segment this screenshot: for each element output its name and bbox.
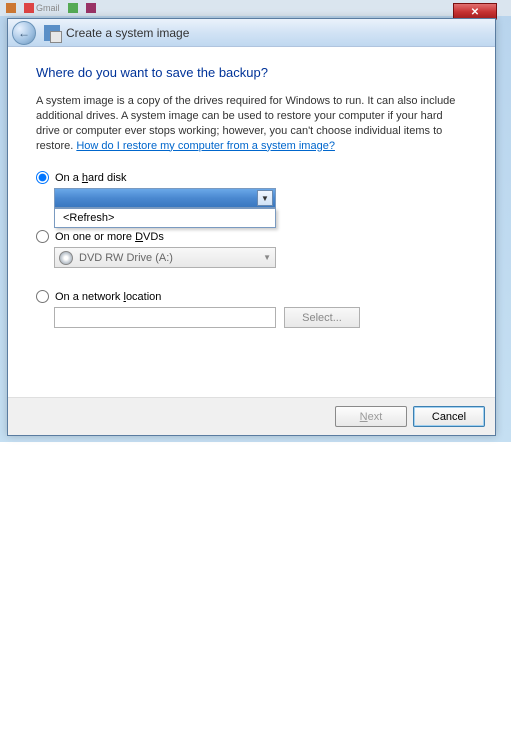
dialog-window: ← Create a system image Where do you wan… — [7, 18, 496, 436]
help-link[interactable]: How do I restore my computer from a syst… — [76, 140, 335, 152]
dvd-drive-dropdown[interactable]: DVD RW Drive (A:) ▼ — [54, 247, 276, 268]
option-hard-disk[interactable]: On a hard disk — [36, 171, 467, 184]
radio-hard-disk[interactable] — [36, 171, 49, 184]
arrow-left-icon: ← — [18, 26, 30, 40]
network-path-input[interactable] — [54, 307, 276, 328]
label-network: On a network location — [55, 291, 161, 303]
select-network-button[interactable]: Select... — [284, 307, 360, 328]
hard-disk-dropdown[interactable]: ▼ <Refresh> — [54, 188, 276, 208]
close-icon: ✕ — [471, 7, 479, 18]
dialog-content: Where do you want to save the backup? A … — [8, 47, 495, 397]
system-image-icon — [44, 25, 60, 41]
next-button[interactable]: Next — [335, 406, 407, 427]
dialog-footer: Next Cancel — [8, 397, 495, 435]
page-heading: Where do you want to save the backup? — [36, 65, 467, 80]
chevron-down-icon: ▼ — [257, 190, 273, 206]
label-hard-disk: On a hard disk — [55, 172, 127, 184]
desktop-background: Gmail ✕ ← Create a system image Where do… — [0, 0, 511, 442]
option-dvd[interactable]: On one or more DVDs — [36, 230, 467, 243]
hard-disk-dropdown-list[interactable]: <Refresh> — [54, 208, 276, 228]
chevron-down-icon: ▼ — [263, 253, 271, 262]
label-dvd: On one or more DVDs — [55, 231, 164, 243]
back-button[interactable]: ← — [12, 21, 36, 45]
cancel-button[interactable]: Cancel — [413, 406, 485, 427]
window-title: Create a system image — [66, 26, 189, 40]
option-network[interactable]: On a network location — [36, 290, 467, 303]
titlebar: ← Create a system image — [8, 19, 495, 47]
disc-icon — [59, 251, 73, 265]
dvd-drive-label: DVD RW Drive (A:) — [79, 252, 173, 264]
radio-network[interactable] — [36, 290, 49, 303]
radio-dvd[interactable] — [36, 230, 49, 243]
dropdown-item-refresh[interactable]: <Refresh> — [55, 209, 275, 227]
browser-tabs-hint: Gmail — [0, 0, 511, 16]
page-description: A system image is a copy of the drives r… — [36, 94, 467, 153]
